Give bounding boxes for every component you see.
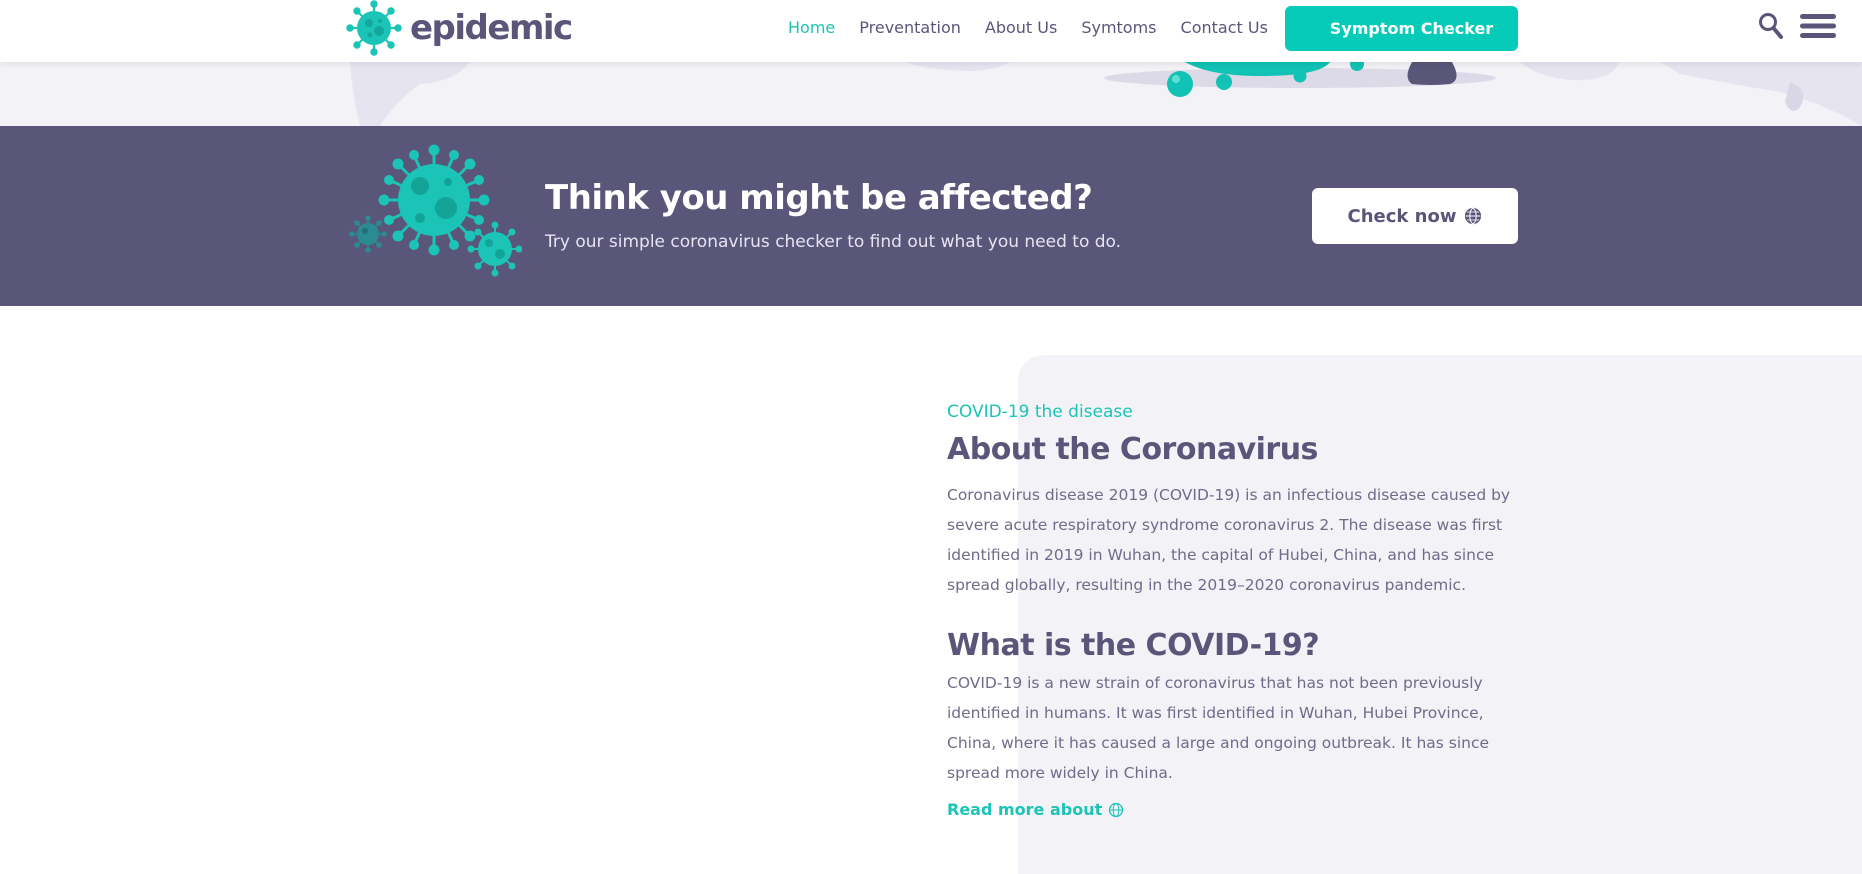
covid-heading: What is the COVID-19? — [947, 628, 1320, 663]
about-section: COVID-19 the disease About the Coronavir… — [947, 400, 1527, 819]
nav-home[interactable]: Home — [788, 17, 835, 39]
banner-subtitle: Try our simple coronavirus checker to fi… — [545, 232, 1122, 252]
about-paragraph: Coronavirus disease 2019 (COVID-19) is a… — [947, 486, 1511, 594]
check-now-label: Check now — [1347, 205, 1457, 227]
site-header: epidemic Home Preventation About Us Symt… — [0, 0, 1862, 62]
check-now-button[interactable]: Check now — [1312, 188, 1518, 244]
about-heading: About the Coronavirus — [947, 432, 1318, 467]
nav-preventation[interactable]: Preventation — [859, 17, 961, 39]
nav-about-us[interactable]: About Us — [985, 17, 1057, 39]
logo-text: epidemic — [410, 8, 573, 48]
world-map-illustration — [350, 62, 1862, 126]
virus-cluster-icon — [349, 144, 522, 277]
nav-contact-us[interactable]: Contact Us — [1181, 17, 1268, 39]
main-nav: Home Preventation About Us Symtoms Conta… — [788, 17, 1268, 39]
hero-illustration — [0, 62, 1862, 126]
covid-paragraph: COVID-19 is a new strain of coronavirus … — [947, 674, 1490, 782]
checker-banner: Think you might be affected? Try our sim… — [0, 126, 1862, 306]
menu-icon[interactable] — [1800, 14, 1836, 38]
symptom-checker-button[interactable]: Symptom Checker — [1285, 6, 1518, 51]
section-kicker: COVID-19 the disease — [947, 402, 1133, 422]
read-more-label: Read more about — [947, 800, 1103, 819]
banner-title: Think you might be affected? — [545, 178, 1093, 218]
virus-logo-icon — [346, 0, 402, 56]
globe-icon — [1465, 207, 1482, 225]
globe-icon — [1109, 802, 1124, 817]
search-icon[interactable] — [1758, 12, 1784, 40]
read-more-link[interactable]: Read more about — [947, 800, 1527, 819]
nav-symtoms[interactable]: Symtoms — [1081, 17, 1156, 39]
logo[interactable]: epidemic — [346, 0, 573, 56]
